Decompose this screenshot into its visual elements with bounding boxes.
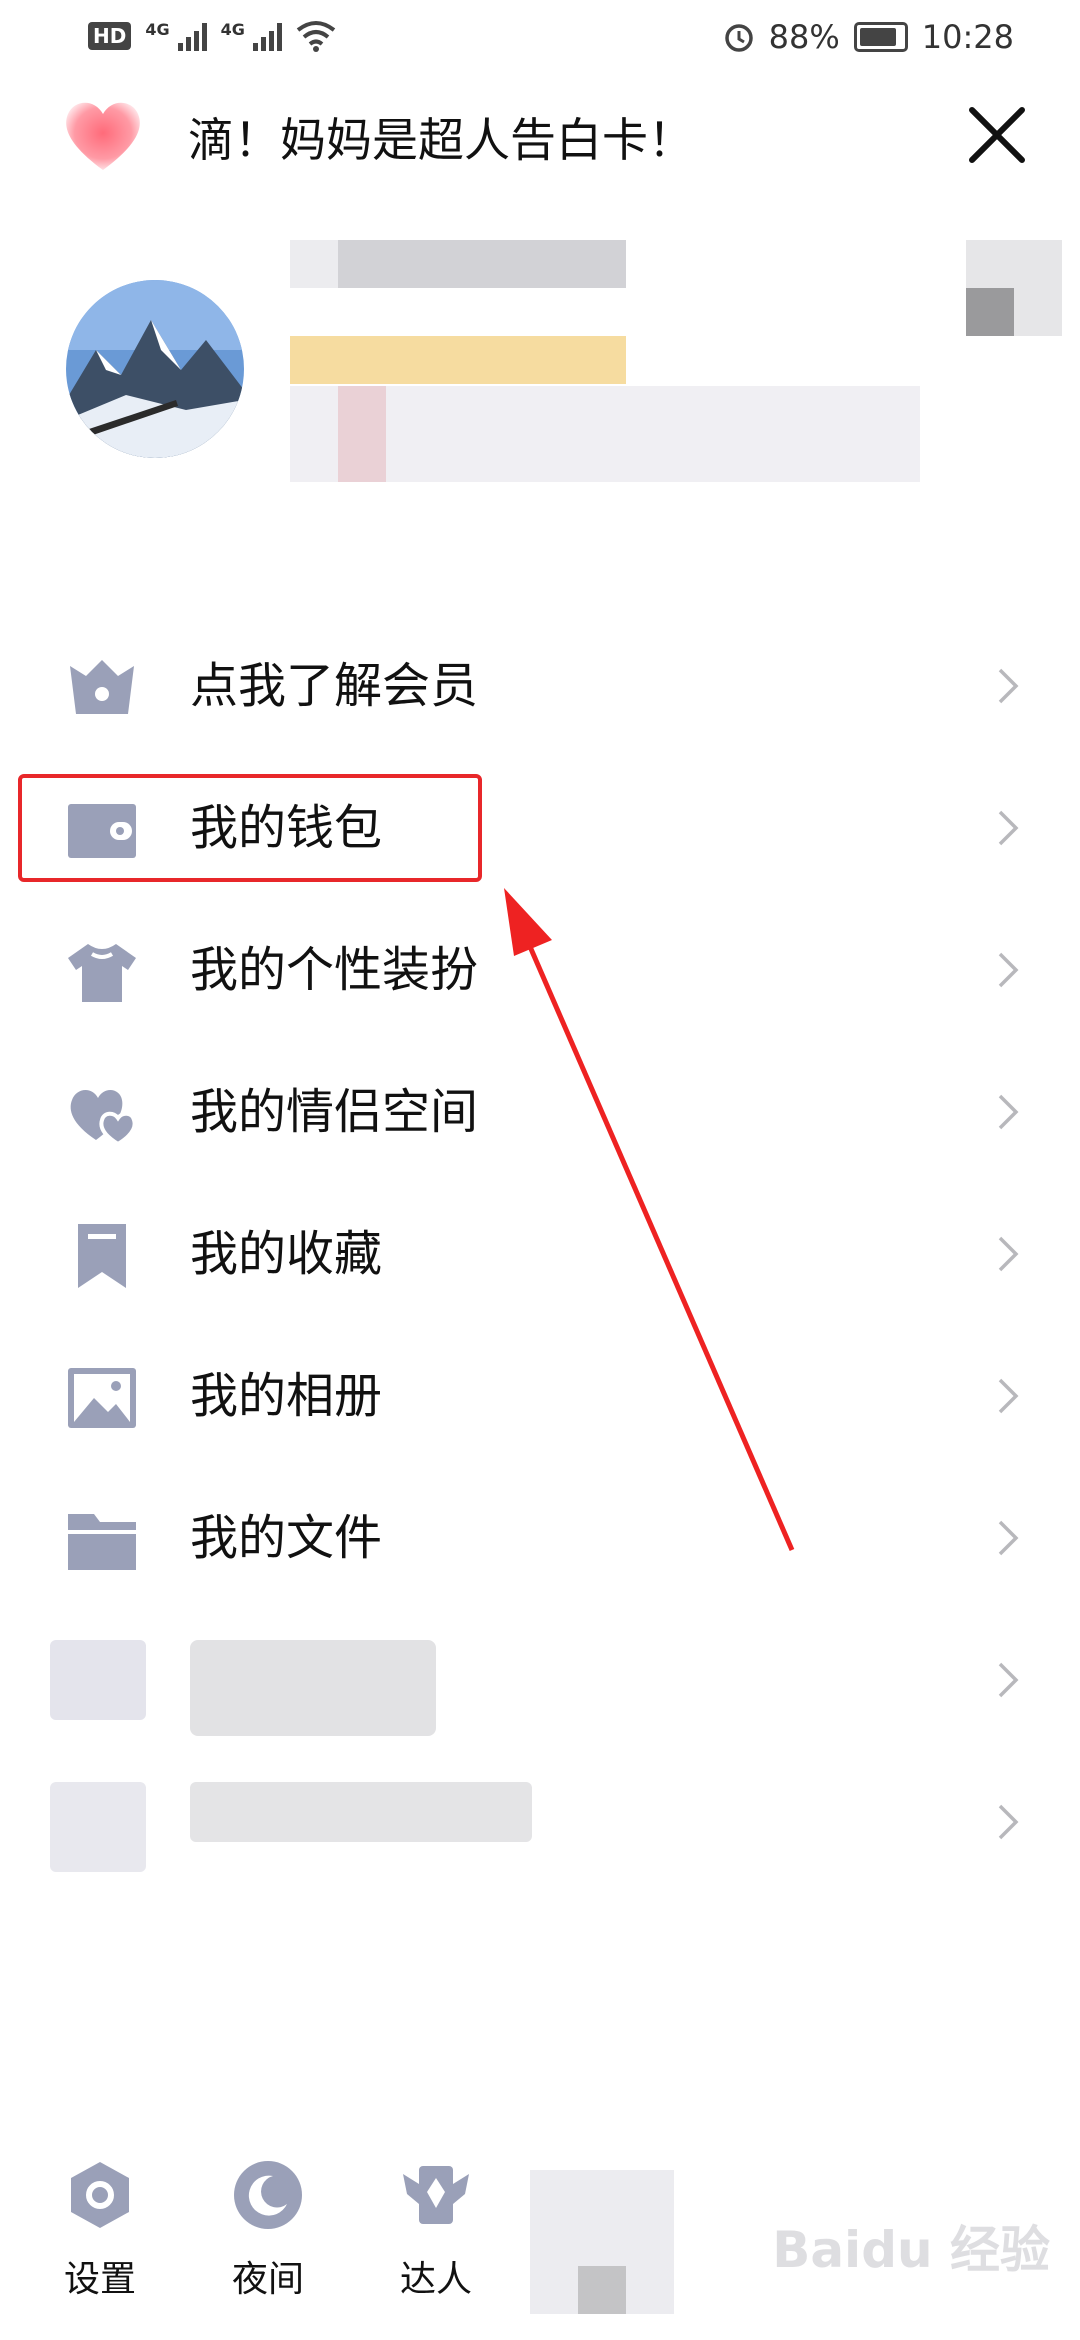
menu-label: 点我了解会员 (190, 658, 479, 714)
menu-label: 我的文件 (190, 1510, 383, 1566)
nav-item-blurred-dark (578, 2266, 626, 2314)
nav-night-mode[interactable]: 夜间 (198, 2160, 338, 2320)
hd-badge: HD (88, 22, 132, 50)
menu-item-blurred[interactable] (0, 1610, 1080, 1750)
winged-badge-icon (403, 2166, 469, 2224)
menu-label-blurred (190, 1782, 532, 1842)
chevron-right-icon (998, 810, 1019, 846)
profile-info-blurred (290, 240, 338, 288)
profile-name-blurred (290, 240, 626, 288)
signal-icon (177, 21, 207, 51)
menu-label: 我的收藏 (190, 1226, 383, 1282)
profile-signature-accent (338, 386, 386, 482)
nav-settings[interactable]: 设置 (30, 2160, 170, 2320)
highlight-box (18, 774, 482, 882)
network-type-1: 4G (145, 20, 170, 39)
status-left: HD 4G 4G (88, 20, 336, 52)
nav-label: 达人 (399, 2259, 472, 2300)
close-icon[interactable] (960, 98, 1034, 172)
menu-icon-blurred (50, 1782, 146, 1872)
battery-icon (853, 22, 908, 52)
vip-badge-blurred (290, 336, 626, 384)
status-bar: HD 4G 4G 88% 10:28 (0, 0, 1080, 84)
battery-percent: 88% (768, 18, 840, 56)
chevron-right-icon (998, 1236, 1019, 1272)
status-right: 88% 10:28 (723, 18, 1014, 56)
moon-icon (234, 2161, 302, 2229)
menu-label: 我的情侣空间 (190, 1084, 479, 1140)
qr-code-blurred-dark (966, 288, 1014, 336)
wifi-icon (296, 21, 336, 52)
clock: 10:28 (921, 18, 1014, 56)
hearts-icon (70, 1089, 137, 1146)
menu-icon-blurred (50, 1640, 146, 1720)
chevron-right-icon (998, 1378, 1019, 1414)
chevron-right-icon (998, 1520, 1019, 1556)
nav-expert[interactable]: 达人 (366, 2160, 506, 2320)
chevron-right-icon (998, 1662, 1019, 1698)
photo-icon (68, 1368, 136, 1428)
chevron-right-icon (998, 1804, 1019, 1840)
alarm-icon (724, 24, 753, 52)
chevron-right-icon (998, 952, 1019, 988)
gear-icon (71, 2162, 129, 2228)
folder-icon (68, 1514, 136, 1570)
chevron-right-icon (998, 1094, 1019, 1130)
nav-label: 夜间 (231, 2259, 304, 2300)
avatar-image (66, 280, 244, 458)
avatar[interactable] (66, 280, 244, 458)
network-type-2: 4G (220, 20, 245, 39)
nav-label: 设置 (63, 2259, 136, 2300)
menu-label: 我的个性装扮 (190, 942, 479, 998)
crown-icon (70, 660, 134, 714)
menu-item-blurred[interactable] (0, 1752, 1080, 1892)
menu-item-vip[interactable]: 点我了解会员 (0, 616, 1080, 756)
baidu-watermark: Baidu 经验 (772, 2221, 1050, 2279)
menu-label-blurred (190, 1640, 436, 1736)
annotation-arrow (504, 888, 795, 1551)
banner-text: 滴！妈妈是超人告白卡！ (188, 113, 694, 167)
tshirt-icon (68, 944, 136, 1002)
menu-label: 我的相册 (190, 1368, 383, 1424)
signal-icon (252, 21, 282, 51)
bookmark-icon (78, 1224, 126, 1288)
heart-icon (66, 102, 140, 170)
chevron-right-icon (998, 668, 1019, 704)
